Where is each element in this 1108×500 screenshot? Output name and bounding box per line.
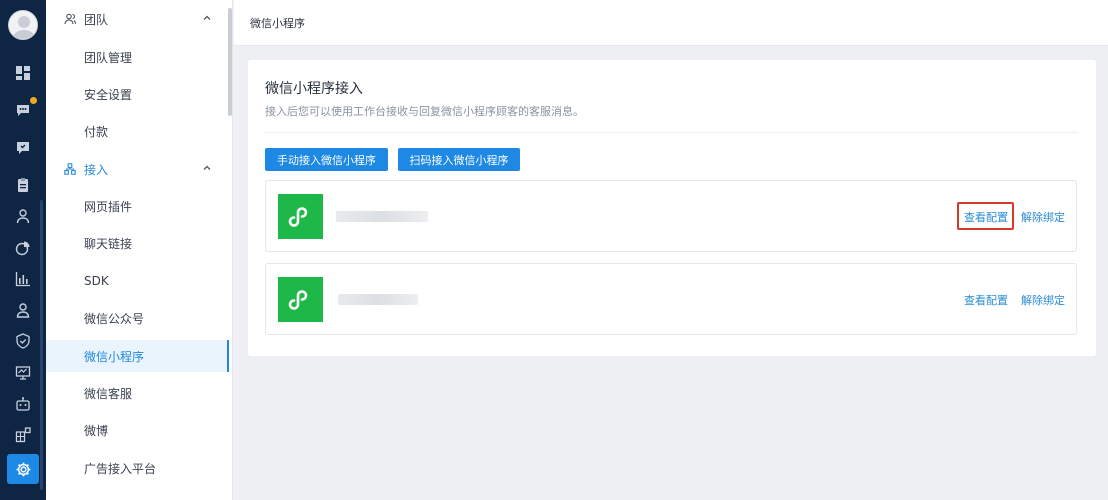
message-icon[interactable]	[12, 137, 34, 159]
menu-item-label: 网页插件	[84, 199, 133, 214]
chevron-up-icon	[203, 165, 211, 170]
page-title: 微信小程序接入	[265, 81, 363, 97]
view-config-link[interactable]: 查看配置	[964, 209, 1008, 225]
icon-rail	[0, 0, 46, 500]
rail-scrollbar[interactable]	[40, 200, 43, 490]
menu-item-label: 团队管理	[84, 50, 133, 65]
chevron-up-icon	[203, 15, 211, 20]
mini-program-card: 微信小程序接入 接入后您可以使用工作台接收与回复微信小程序顾客的客服消息。 手动…	[248, 60, 1096, 356]
clipboard-icon[interactable]	[12, 174, 34, 196]
chat-icon[interactable]	[12, 97, 37, 121]
breadcrumb: 微信小程序	[250, 16, 305, 30]
menu-group-label: 团队	[84, 12, 109, 27]
menu-item-weibo[interactable]: 微博	[46, 414, 228, 446]
menu-item-chat-link[interactable]: 聊天链接	[46, 227, 228, 259]
user-icon[interactable]	[12, 205, 34, 227]
scan-connect-button[interactable]: 扫码接入微信小程序	[398, 148, 520, 171]
menu-group-label: 接入	[84, 162, 109, 177]
menu-item-sdk[interactable]: SDK	[46, 265, 228, 297]
page-header: 微信小程序	[234, 0, 1108, 46]
contact-icon[interactable]	[12, 299, 34, 321]
menu-group-team[interactable]: 团队	[46, 1, 228, 37]
menu-item-wechat-official-account[interactable]: 微信公众号	[46, 302, 228, 334]
page-description: 接入后您可以使用工作台接收与回复微信小程序顾客的客服消息。	[265, 105, 584, 118]
dashboard-icon[interactable]	[12, 62, 34, 84]
avatar[interactable]	[8, 10, 38, 40]
gear-icon	[16, 462, 30, 476]
menu-item-label: 微博	[84, 423, 109, 438]
menu-scrollbar[interactable]	[228, 8, 232, 116]
menu-item-wechat-mini-program[interactable]: 微信小程序	[46, 340, 229, 372]
monitor-icon[interactable]	[12, 362, 34, 384]
chart-pie-icon[interactable]	[12, 237, 34, 259]
mini-program-logo-icon	[278, 277, 323, 322]
menu-item-label: 微信公众号	[84, 311, 145, 326]
menu-item-web-plugin[interactable]: 网页插件	[46, 190, 228, 222]
team-icon	[64, 12, 78, 26]
menu-item-ad-platform[interactable]: 广告接入平台	[46, 452, 228, 484]
menu-item-team-management[interactable]: 团队管理	[46, 41, 228, 73]
menu-item-label: 微信客服	[84, 386, 133, 401]
menu-item-label: SDK	[84, 274, 109, 288]
mini-program-name-blurred	[338, 294, 418, 305]
mini-program-logo-icon	[278, 194, 323, 239]
settings-nav-active[interactable]	[7, 454, 39, 484]
shield-icon[interactable]	[12, 330, 34, 352]
divider	[265, 132, 1078, 133]
menu-item-security-settings[interactable]: 安全设置	[46, 78, 228, 110]
mini-program-name-blurred	[336, 211, 428, 222]
bar-chart-icon[interactable]	[12, 268, 34, 290]
menu-item-label: 微信小程序	[84, 349, 145, 364]
menu-group-integration[interactable]: 接入	[46, 151, 228, 187]
menu-item-wechat-customer-service[interactable]: 微信客服	[46, 377, 228, 409]
apps-icon[interactable]	[12, 424, 34, 446]
menu-item-label: 安全设置	[84, 87, 133, 102]
menu-item-label: 聊天链接	[84, 236, 133, 251]
view-config-link[interactable]: 查看配置	[964, 292, 1008, 308]
mini-program-row: 查看配置 解除绑定	[265, 263, 1077, 335]
menu-item-label: 广告接入平台	[84, 461, 157, 476]
manual-connect-button[interactable]: 手动接入微信小程序	[265, 148, 388, 171]
mini-program-row: 查看配置 解除绑定	[265, 180, 1077, 252]
menu-item-label: 付款	[84, 124, 109, 139]
robot-icon[interactable]	[12, 393, 34, 415]
integration-icon	[64, 162, 78, 176]
settings-menu: 团队 团队管理 安全设置 付款 接入 网页插件 聊天链接 SDK 微信公众号 微…	[46, 0, 233, 500]
unbind-link[interactable]: 解除绑定	[1021, 209, 1065, 225]
menu-item-payment[interactable]: 付款	[46, 115, 228, 147]
notification-badge	[30, 97, 37, 104]
unbind-link[interactable]: 解除绑定	[1021, 292, 1065, 308]
